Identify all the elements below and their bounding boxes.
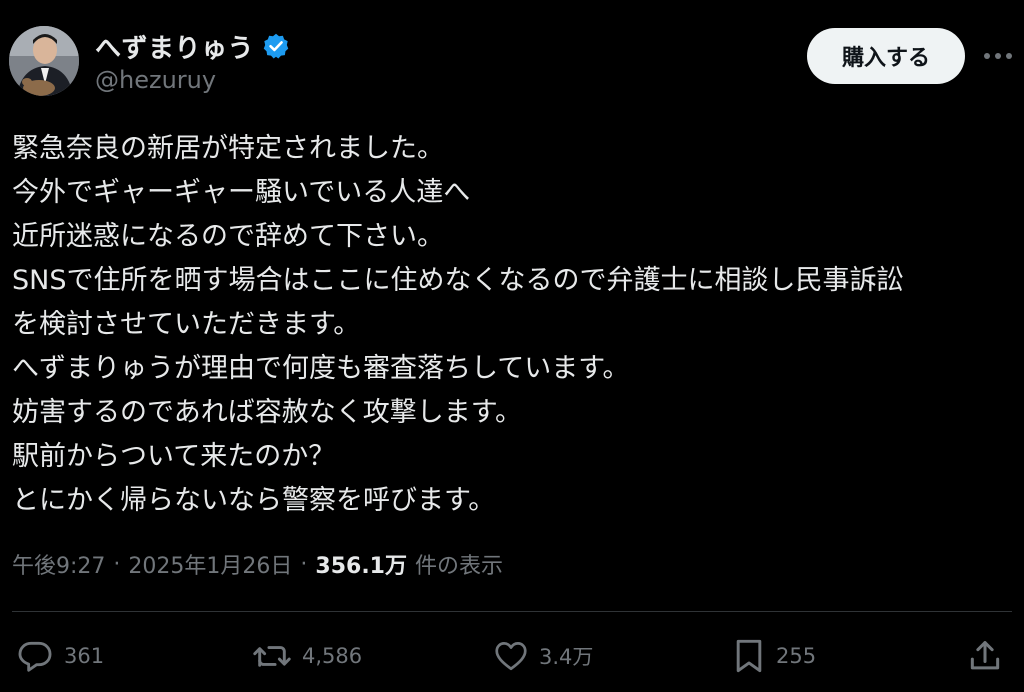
- user-handle[interactable]: @hezuruy: [95, 66, 216, 94]
- repost-button[interactable]: 4,586: [252, 636, 362, 676]
- avatar[interactable]: [9, 26, 79, 96]
- tweet-line: を検討させていただきます。: [12, 309, 361, 340]
- buy-button[interactable]: 購入する: [807, 28, 965, 84]
- share-button[interactable]: [966, 636, 1004, 676]
- tweet-line: とにかく帰らないなら警察を呼びます。: [12, 485, 496, 516]
- tweet-line: 今外でギャーギャー騒いでいる人達へ: [12, 177, 471, 208]
- bookmark-count: 255: [776, 644, 817, 668]
- repost-icon[interactable]: [252, 637, 292, 675]
- reply-count: 361: [64, 644, 105, 668]
- like-count: 3.4万: [539, 645, 594, 669]
- bookmark-button[interactable]: 255: [732, 636, 816, 676]
- tweet-header: へずまりゅう @hezuruy 購入する: [0, 0, 1024, 110]
- display-name-row[interactable]: へずまりゅう: [95, 28, 290, 65]
- divider: [12, 611, 1012, 612]
- reply-button[interactable]: 361: [16, 636, 104, 676]
- tweet-line: 近所迷惑になるので辞めて下さい。: [12, 221, 444, 252]
- tweet-line: へずまりゅうが理由で何度も審査落ちしています。: [12, 353, 630, 384]
- share-icon[interactable]: [966, 637, 1004, 675]
- tweet-line: 妨害するのであれば容赦なく攻撃します。: [12, 397, 523, 428]
- verified-badge-icon[interactable]: [262, 32, 290, 60]
- like-button[interactable]: 3.4万: [493, 636, 593, 676]
- tweet-line: SNSで住所を晒す場合はここに住めなくなるので弁護士に相談し民事訴訟: [12, 265, 904, 296]
- tweet-line: 緊急奈良の新居が特定されました。: [12, 133, 444, 164]
- more-icon[interactable]: [978, 40, 1018, 72]
- tweet-text: 緊急奈良の新居が特定されました。 今外でギャーギャー騒いでいる人達へ 近所迷惑に…: [12, 127, 1016, 523]
- tweet-time[interactable]: 午後9:27: [12, 548, 105, 580]
- avatar-image: [9, 26, 79, 96]
- views-count[interactable]: 356.1万: [315, 548, 407, 580]
- bookmark-icon[interactable]: [732, 637, 766, 675]
- repost-count: 4,586: [302, 644, 363, 668]
- action-bar: 361 4,586 3.4万 255: [0, 630, 1024, 684]
- meta-separator: ·: [300, 551, 308, 577]
- reply-icon[interactable]: [16, 637, 54, 675]
- tweet-meta: 午後9:27 · 2025年1月26日 · 356.1万 件の表示: [12, 546, 503, 582]
- views-label: 件の表示: [414, 554, 503, 579]
- display-name[interactable]: へずまりゅう: [95, 28, 254, 65]
- tweet-line: 駅前からついて来たのか？: [12, 441, 336, 472]
- heart-icon[interactable]: [493, 638, 529, 674]
- meta-separator: ·: [113, 551, 121, 577]
- tweet-date[interactable]: 2025年1月26日: [128, 548, 292, 580]
